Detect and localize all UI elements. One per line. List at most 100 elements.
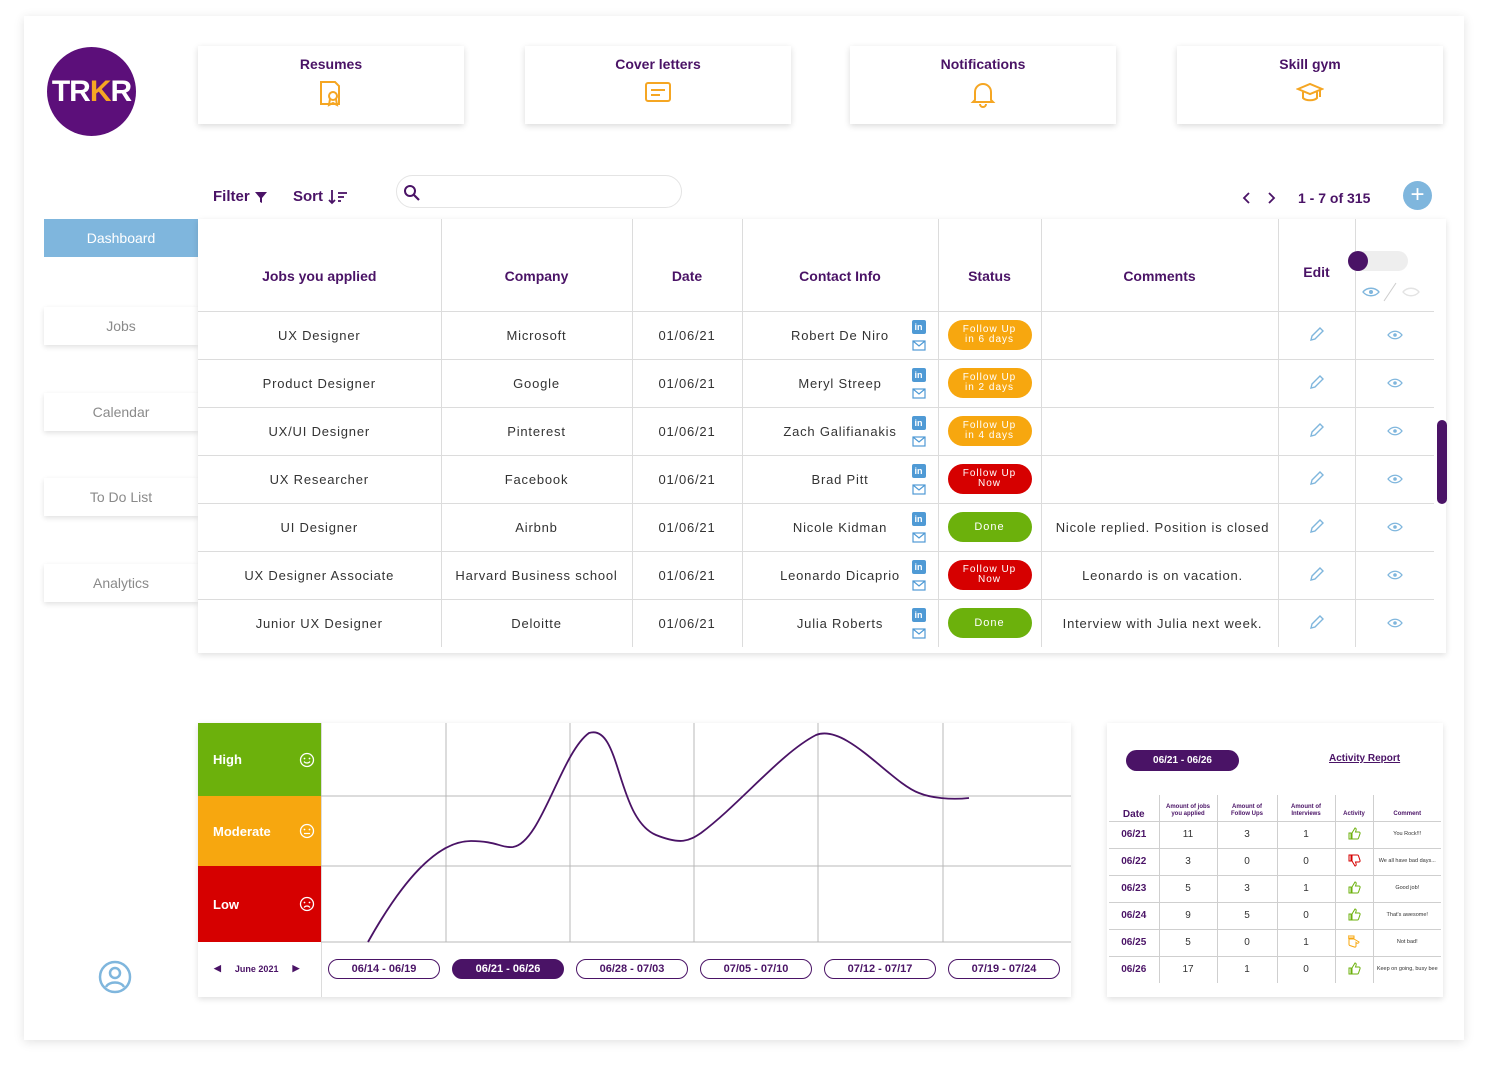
pencil-icon[interactable] (1309, 422, 1325, 438)
col-date[interactable]: Date (632, 219, 743, 312)
linkedin-icon[interactable]: in (911, 607, 926, 622)
eye-icon[interactable] (1386, 378, 1403, 388)
mail-icon[interactable] (911, 435, 926, 447)
user-profile-icon[interactable] (98, 960, 132, 994)
linkedin-icon[interactable]: in (911, 367, 926, 382)
trkr-logo[interactable]: TR K R (47, 47, 136, 136)
linkedin-icon[interactable]: in (911, 415, 926, 430)
pencil-icon[interactable] (1309, 614, 1325, 630)
search-input[interactable] (427, 182, 667, 202)
prev-month-icon[interactable]: ◀ (214, 963, 221, 974)
pencil-icon[interactable] (1309, 374, 1325, 390)
table-row[interactable]: UX/UI Designer Pinterest 01/06/21 Zach G… (198, 407, 1434, 456)
linkedin-icon[interactable]: in (911, 511, 926, 526)
linkedin-icon[interactable]: in (911, 319, 926, 334)
pencil-icon[interactable] (1309, 518, 1325, 534)
act-activity-cell (1335, 902, 1374, 930)
linkedin-icon[interactable]: in (911, 463, 926, 478)
activity-table: Date Amount of jobs you applied Amount of… (1109, 795, 1441, 983)
status-badge[interactable]: Follow Up in 2 days (947, 368, 1032, 398)
report-week-pill[interactable]: 06/21 - 06/26 (1126, 750, 1239, 771)
company-name: Google (441, 359, 633, 408)
act-date: 06/25 (1109, 929, 1160, 957)
act-applied: 5 (1159, 929, 1218, 957)
sidebar-item-todo[interactable]: To Do List (44, 478, 198, 516)
table-row[interactable]: UX Designer Associate Harvard Business s… (198, 551, 1434, 600)
sort-button[interactable]: Sort (293, 188, 349, 205)
comment-cell: Leonardo is on vacation. (1041, 551, 1279, 600)
comment-cell (1041, 359, 1279, 408)
activity-row: 06/24 9 5 0 That's awesome! (1109, 902, 1441, 930)
col-contact-info[interactable]: Contact Info (742, 219, 939, 312)
eye-icon[interactable] (1386, 570, 1403, 580)
job-title: Product Designer (198, 359, 442, 408)
col-company[interactable]: Company (441, 219, 633, 312)
filter-label: Filter (213, 188, 250, 205)
level-low-label: Low (213, 896, 239, 912)
status-badge[interactable]: Done (947, 512, 1032, 542)
week-pill[interactable]: 07/19 - 07/24 (948, 959, 1060, 979)
eye-icon[interactable] (1386, 426, 1403, 436)
job-title: UI Designer (198, 503, 442, 552)
week-pill[interactable]: 07/12 - 07/17 (824, 959, 936, 979)
eye-icon[interactable] (1386, 330, 1403, 340)
status-badge[interactable]: Follow Up Now (947, 464, 1032, 494)
prev-page-icon[interactable] (1242, 192, 1252, 204)
notifications-card[interactable]: Notifications (850, 46, 1116, 124)
pencil-icon[interactable] (1309, 566, 1325, 582)
linkedin-icon[interactable]: in (911, 559, 926, 574)
week-pill[interactable]: 06/28 - 07/03 (576, 959, 688, 979)
table-scrollbar[interactable] (1437, 420, 1447, 504)
mail-icon[interactable] (911, 339, 926, 351)
status-badge[interactable]: Follow Up Now (947, 560, 1032, 590)
col-status[interactable]: Status (938, 219, 1042, 312)
applied-date: 01/06/21 (632, 503, 743, 552)
status-badge[interactable]: Follow Up in 6 days (947, 320, 1032, 350)
resumes-card[interactable]: Resumes (198, 46, 464, 124)
mail-icon[interactable] (911, 483, 926, 495)
company-name: Facebook (441, 455, 633, 504)
act-date: 06/23 (1109, 875, 1160, 903)
status-badge[interactable]: Follow Up in 4 days (947, 416, 1032, 446)
status-badge[interactable]: Done (947, 608, 1032, 639)
activity-report-link[interactable]: Activity Report (1329, 753, 1400, 764)
mail-icon[interactable] (911, 579, 926, 591)
act-follow: 3 (1217, 821, 1278, 849)
cover-letters-card[interactable]: Cover letters (525, 46, 791, 124)
mail-icon[interactable] (911, 531, 926, 543)
sidebar-item-jobs[interactable]: Jobs (44, 307, 198, 345)
act-activity-cell (1335, 875, 1374, 903)
sidebar-item-calendar[interactable]: Calendar (44, 393, 198, 431)
week-pill[interactable]: 06/14 - 06/19 (328, 959, 440, 979)
filter-button[interactable]: Filter (213, 188, 268, 205)
visibility-toggle[interactable] (1348, 251, 1408, 271)
week-pill-selected[interactable]: 06/21 - 06/26 (452, 959, 564, 979)
col-comments[interactable]: Comments (1041, 219, 1279, 312)
edit-cell (1278, 503, 1356, 552)
search-box[interactable] (396, 175, 682, 208)
add-job-button[interactable]: + (1403, 181, 1432, 210)
pencil-icon[interactable] (1309, 470, 1325, 486)
table-row[interactable]: Junior UX Designer Deloitte 01/06/21 Jul… (198, 599, 1434, 647)
mail-icon[interactable] (911, 387, 926, 399)
eye-icon[interactable] (1386, 522, 1403, 532)
status-line-1: Done (974, 521, 1005, 533)
pencil-icon[interactable] (1309, 326, 1325, 342)
table-row[interactable]: Product Designer Google 01/06/21 Meryl S… (198, 359, 1434, 408)
bell-icon (970, 83, 996, 108)
act-date: 06/21 (1109, 821, 1160, 849)
skill-gym-card[interactable]: Skill gym (1177, 46, 1443, 124)
table-row[interactable]: UX Designer Microsoft 01/06/21 Robert De… (198, 311, 1434, 360)
company-name: Deloitte (441, 599, 633, 647)
eye-icon[interactable] (1386, 474, 1403, 484)
next-page-icon[interactable] (1266, 192, 1276, 204)
next-month-icon[interactable]: ▶ (292, 963, 299, 974)
eye-icon[interactable] (1386, 618, 1403, 628)
sidebar-item-dashboard[interactable]: Dashboard (44, 219, 198, 257)
col-jobs-applied[interactable]: Jobs you applied (198, 219, 442, 312)
week-pill[interactable]: 07/05 - 07/10 (700, 959, 812, 979)
table-row[interactable]: UI Designer Airbnb 01/06/21 Nicole Kidma… (198, 503, 1434, 552)
mail-icon[interactable] (911, 627, 926, 639)
sidebar-item-analytics[interactable]: Analytics (44, 564, 198, 602)
table-row[interactable]: UX Researcher Facebook 01/06/21 Brad Pit… (198, 455, 1434, 504)
